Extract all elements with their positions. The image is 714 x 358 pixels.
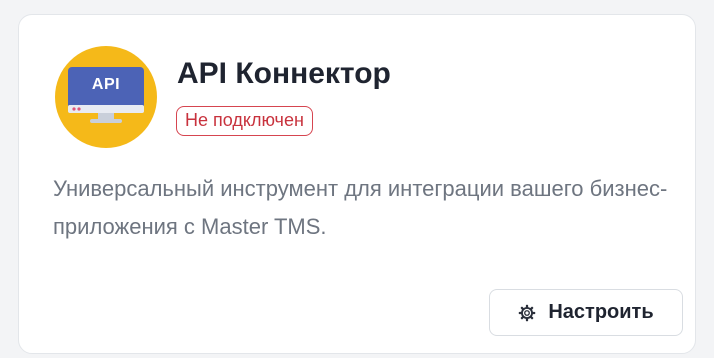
gear-icon bbox=[518, 304, 536, 322]
api-logo: API bbox=[55, 46, 157, 148]
integration-card: API API Коннектор Не подключен Универсал… bbox=[18, 14, 696, 354]
setup-button[interactable]: Настроить bbox=[489, 289, 683, 336]
card-title: API Коннектор bbox=[177, 57, 391, 90]
setup-button-label: Настроить bbox=[548, 301, 654, 323]
monitor-icon: API bbox=[68, 67, 144, 124]
card-description: Универсальный инструмент для интеграции … bbox=[53, 176, 668, 239]
status-badge: Не подключен bbox=[176, 106, 313, 136]
logo-text: API bbox=[91, 76, 121, 93]
